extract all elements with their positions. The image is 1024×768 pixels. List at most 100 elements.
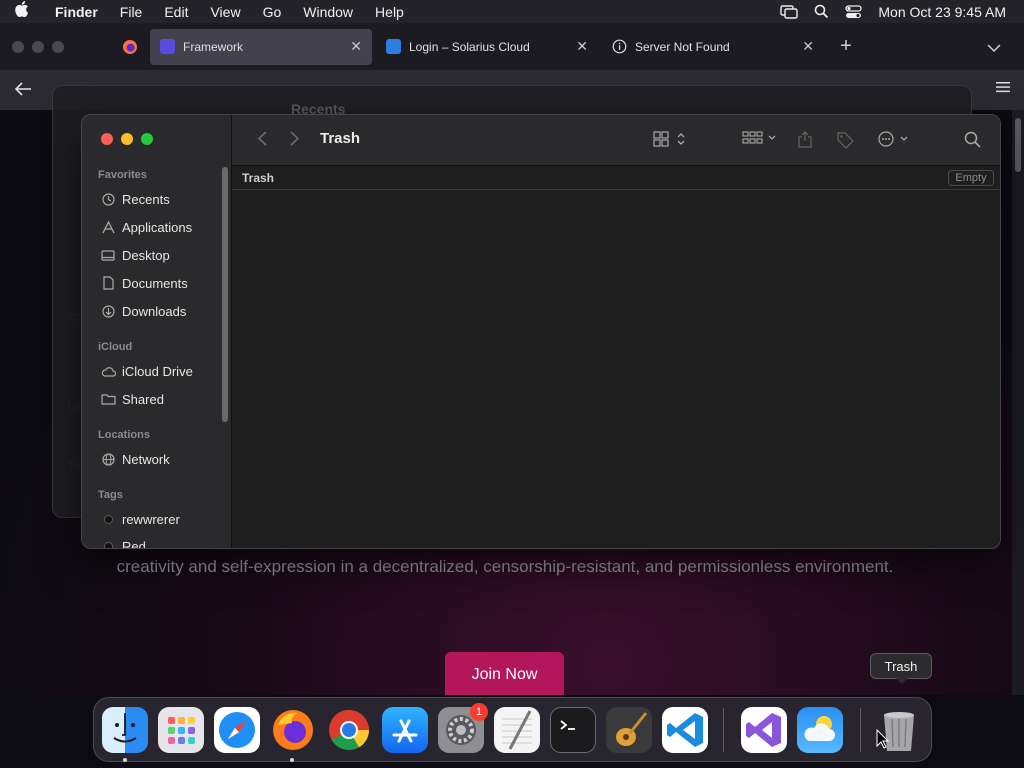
sidebar-item-label: Documents [122,275,188,291]
tab-framework[interactable]: Framework ✕ [150,28,372,65]
trash-header-bar: Trash Empty [232,166,1000,190]
globe-icon [100,452,116,466]
hamburger-menu-icon[interactable] [996,80,1010,98]
tab-login-solarius[interactable]: Login – Solarius Cloud ✕ [376,29,598,65]
menu-go[interactable]: Go [252,4,293,20]
sidebar-scrollbar[interactable] [222,167,228,422]
sidebar-item-label: Red [122,538,146,549]
launchpad-dock-icon[interactable] [158,707,204,753]
pinned-tab-firefox[interactable] [110,39,150,55]
sidebar-tag-red[interactable]: Red [100,535,146,549]
sidebar-item-label: Applications [122,219,193,235]
sidebar-item-downloads[interactable]: Downloads [100,300,186,322]
tab-title: Login – Solarius Cloud [409,39,530,54]
locations-header: Locations [98,429,150,441]
finder-sidebar: Favorites Recents Applications Desktop D… [82,115,232,548]
new-tab-button[interactable]: + [828,35,864,58]
spotlight-search-icon[interactable] [814,4,829,19]
chrome-dock-icon[interactable] [326,707,372,753]
sidebar-item-label: Shared [122,391,164,407]
vscode-dock-icon[interactable] [662,707,708,753]
sidebar-item-documents[interactable]: Documents [100,272,188,294]
finder-toolbar: Trash [232,115,1000,166]
back-arrow-icon[interactable] [14,80,32,101]
menu-clock[interactable]: Mon Oct 23 9:45 AM [878,4,1006,20]
browser-minimize-light[interactable] [32,40,44,53]
forward-chevron-icon[interactable] [290,131,300,149]
sidebar-item-icloud-drive[interactable]: iCloud Drive [100,360,193,382]
sidebar-item-label: iCloud Drive [122,363,193,379]
tab-title: Server Not Found [635,39,730,54]
window-title: Trash [320,130,361,147]
tab-server-not-found[interactable]: Server Not Found ✕ [602,29,824,65]
close-window-button[interactable] [101,133,113,145]
tab-title: Framework [183,39,244,54]
page-scrollbar[interactable] [1012,110,1024,695]
group-by-icon[interactable] [742,131,778,148]
control-center-icon[interactable] [845,4,863,19]
applications-icon [100,220,116,234]
list-all-tabs-chevron-icon[interactable] [964,39,1024,55]
terminal-dock-icon[interactable] [550,707,596,753]
app-store-dock-icon[interactable] [382,707,428,753]
page-scrollbar-thumb[interactable] [1015,118,1021,172]
finder-window: Favorites Recents Applications Desktop D… [81,114,1001,549]
sidebar-item-desktop[interactable]: Desktop [100,244,170,266]
join-now-button[interactable]: Join Now [445,652,564,695]
sidebar-item-shared[interactable]: Shared [100,388,164,410]
document-icon [100,276,116,290]
sidebar-item-label: Desktop [122,247,170,263]
firefox-icon [123,39,137,54]
shared-folder-icon [100,393,116,405]
more-actions-ellipsis-icon[interactable] [878,131,912,150]
framework-favicon-icon [160,39,175,54]
browser-close-light[interactable] [12,40,24,53]
clock-icon [100,192,116,206]
firefox-dock-icon[interactable] [270,707,316,753]
screen-mirroring-icon[interactable] [780,4,799,19]
weather-dock-icon[interactable] [797,707,843,753]
finder-content: Trash Trash Empty [232,115,1000,548]
menu-window[interactable]: Window [292,4,364,20]
sidebar-item-applications[interactable]: Applications [100,216,192,238]
menu-help[interactable]: Help [364,4,415,20]
textedit-dock-icon[interactable] [494,707,540,753]
tab-close-icon[interactable]: ✕ [802,38,814,55]
sidebar-tag-rewwrerer[interactable]: rewwrerer [100,508,180,530]
desktop-icon [100,249,116,261]
menu-edit[interactable]: Edit [153,4,199,20]
info-icon [612,39,627,54]
garageband-dock-icon[interactable] [606,707,652,753]
safari-dock-icon[interactable] [214,707,260,753]
tag-icon[interactable] [836,131,854,152]
tab-close-icon[interactable]: ✕ [350,38,362,55]
running-indicator [123,758,127,762]
apple-menu-icon[interactable] [0,1,44,22]
visual-studio-dock-icon[interactable] [741,707,787,753]
notification-badge: 1 [470,703,488,721]
mouse-pointer-icon [876,728,890,754]
minimize-window-button[interactable] [121,133,133,145]
trash-location-label: Trash [242,171,275,185]
icloud-header: iCloud [98,341,133,353]
sidebar-item-label: Network [122,451,170,467]
share-icon[interactable] [798,131,812,151]
browser-zoom-light[interactable] [52,40,64,53]
back-chevron-icon[interactable] [257,131,267,149]
search-icon[interactable] [964,131,981,151]
menu-file[interactable]: File [109,4,154,20]
sidebar-item-network[interactable]: Network [100,448,170,470]
sidebar-item-recents[interactable]: Recents [100,188,170,210]
finder-dock-icon[interactable] [102,707,148,753]
menu-view[interactable]: View [199,4,251,20]
tab-close-icon[interactable]: ✕ [576,38,588,55]
empty-trash-button[interactable]: Empty [948,170,994,186]
menu-bar: Finder File Edit View Go Window Help Mon… [0,0,1024,23]
dock-tooltip: Trash [870,653,932,684]
menu-app-name[interactable]: Finder [44,4,109,20]
dock-separator [860,708,861,752]
zoom-window-button[interactable] [141,133,153,145]
download-icon [100,304,116,318]
icon-view-grid-icon[interactable] [653,131,689,150]
sidebar-item-label: rewwrerer [122,511,180,527]
